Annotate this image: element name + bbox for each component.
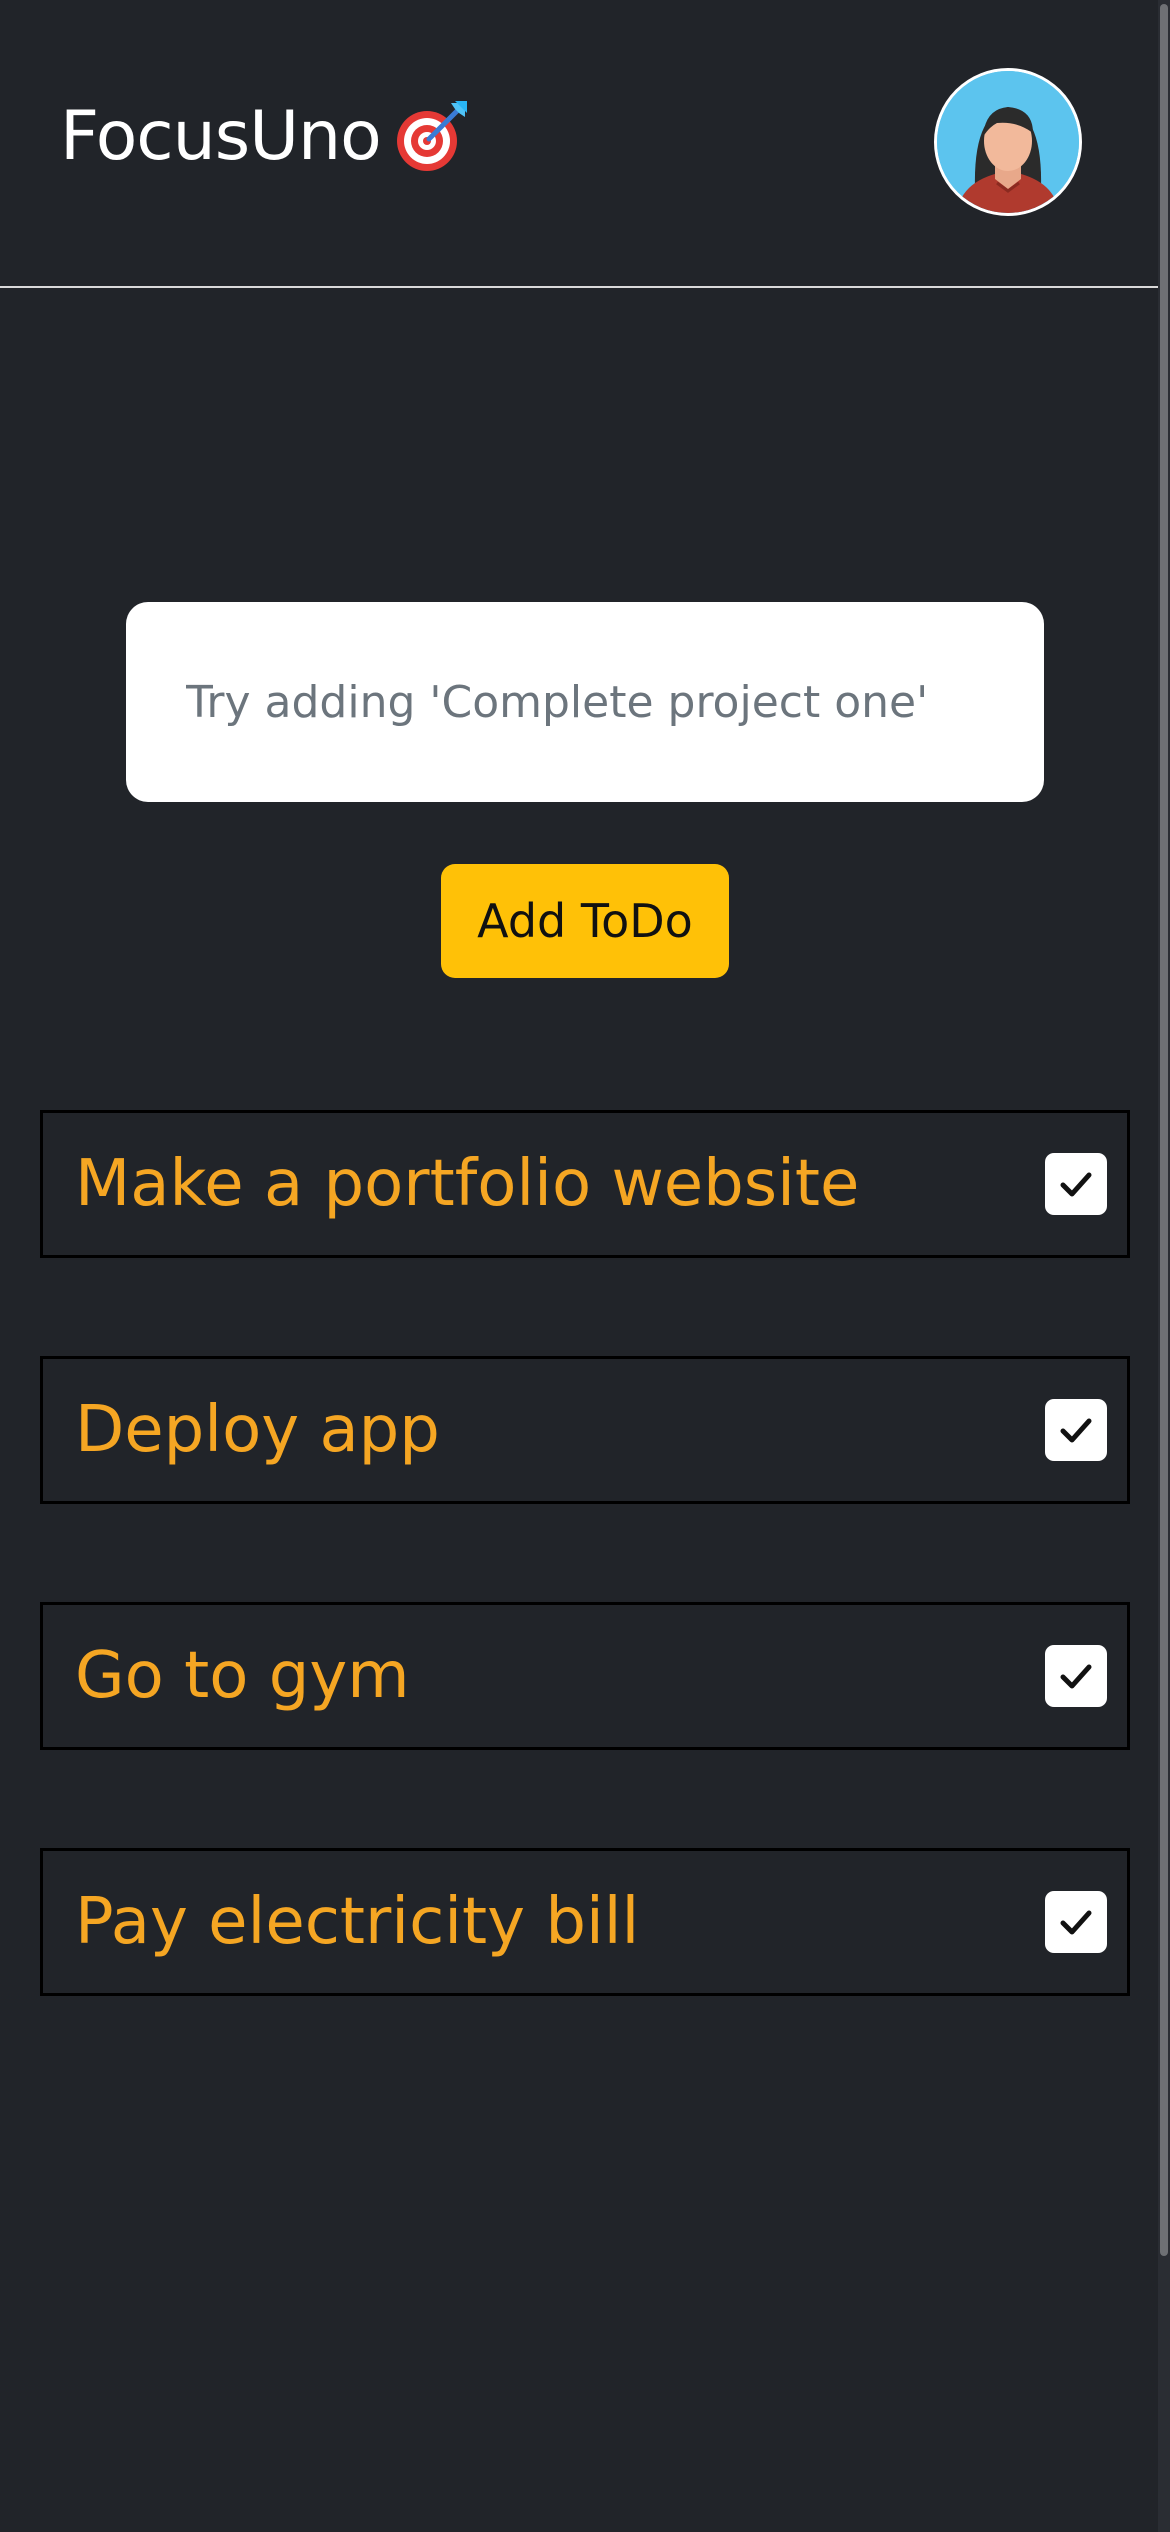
app-title: FocusUno bbox=[60, 97, 382, 176]
check-icon bbox=[1060, 1172, 1092, 1197]
todo-item: Go to gym bbox=[40, 1602, 1130, 1750]
todo-list: Make a portfolio website Deploy app Go t… bbox=[40, 1110, 1130, 2094]
check-icon bbox=[1060, 1910, 1092, 1935]
todo-input[interactable] bbox=[126, 602, 1044, 802]
add-todo-button[interactable]: Add ToDo bbox=[441, 864, 729, 978]
app-header: FocusUno bbox=[0, 0, 1170, 288]
brand: FocusUno bbox=[60, 92, 469, 182]
todo-checkbox[interactable] bbox=[1045, 1645, 1107, 1707]
check-icon bbox=[1060, 1664, 1092, 1689]
todo-checkbox[interactable] bbox=[1045, 1399, 1107, 1461]
todo-item: Pay electricity bill bbox=[40, 1848, 1130, 1996]
todo-item: Make a portfolio website bbox=[40, 1110, 1130, 1258]
todo-checkbox[interactable] bbox=[1045, 1891, 1107, 1953]
todo-text: Go to gym bbox=[75, 1639, 410, 1713]
todo-text: Pay electricity bill bbox=[75, 1885, 640, 1959]
todo-text: Make a portfolio website bbox=[75, 1147, 860, 1221]
todo-text: Deploy app bbox=[75, 1393, 440, 1467]
target-icon bbox=[393, 99, 469, 175]
page-scrollbar[interactable] bbox=[1158, 0, 1170, 2532]
check-icon bbox=[1060, 1418, 1092, 1443]
todo-item: Deploy app bbox=[40, 1356, 1130, 1504]
todo-checkbox[interactable] bbox=[1045, 1153, 1107, 1215]
scrollbar-thumb[interactable] bbox=[1160, 4, 1168, 2256]
avatar[interactable] bbox=[934, 68, 1082, 216]
